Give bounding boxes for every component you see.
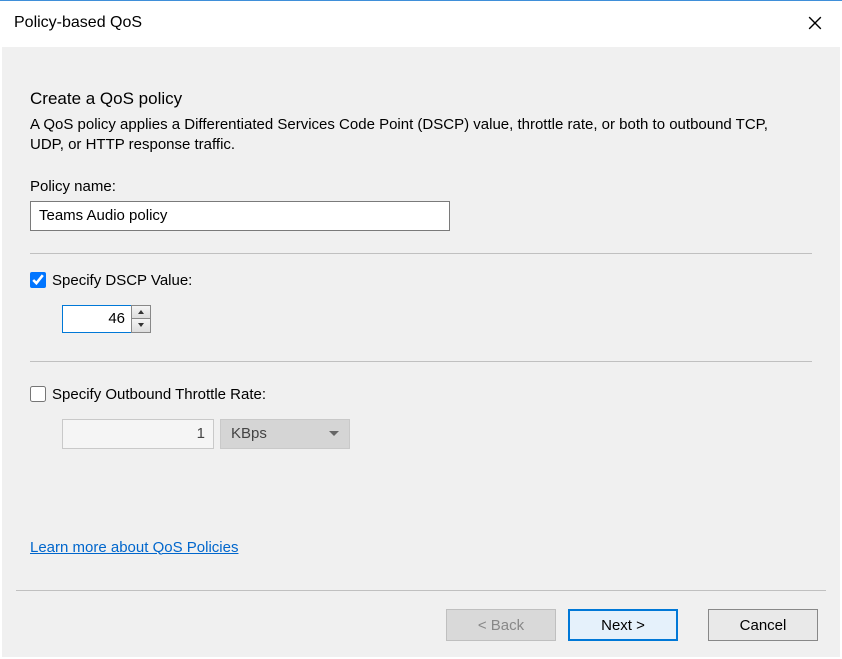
policy-name-label: Policy name: <box>30 178 812 195</box>
dscp-spin-up[interactable] <box>131 305 151 320</box>
qos-wizard-window: Policy-based QoS Create a QoS policy A Q… <box>0 0 842 659</box>
throttle-checkbox-label: Specify Outbound Throttle Rate: <box>52 386 266 403</box>
page-heading: Create a QoS policy <box>30 89 812 109</box>
learn-more-link[interactable]: Learn more about QoS Policies <box>30 539 238 556</box>
throttle-value-control: KBps <box>30 419 812 449</box>
client-area: Create a QoS policy A QoS policy applies… <box>2 47 840 657</box>
dscp-value-input[interactable] <box>62 305 132 333</box>
wizard-footer: < Back Next > Cancel <box>446 609 818 641</box>
chevron-down-icon <box>138 323 144 327</box>
dscp-value-control <box>30 305 812 333</box>
close-button[interactable] <box>792 7 838 39</box>
throttle-unit-label: KBps <box>231 425 267 442</box>
throttle-unit-select: KBps <box>220 419 350 449</box>
throttle-checkbox[interactable] <box>30 386 46 402</box>
dscp-checkbox-label: Specify DSCP Value: <box>52 272 192 289</box>
page-description: A QoS policy applies a Differentiated Se… <box>30 115 790 156</box>
chevron-up-icon <box>138 310 144 314</box>
titlebar: Policy-based QoS <box>0 1 842 45</box>
dscp-spinner <box>131 305 151 333</box>
back-button: < Back <box>446 609 556 641</box>
window-title: Policy-based QoS <box>14 14 792 32</box>
throttle-checkbox-row[interactable]: Specify Outbound Throttle Rate: <box>30 386 812 403</box>
separator <box>16 590 826 591</box>
close-icon <box>808 16 822 30</box>
chevron-down-icon <box>329 431 339 436</box>
dscp-spin-down[interactable] <box>131 319 151 333</box>
content-area: Create a QoS policy A QoS policy applies… <box>2 47 840 556</box>
next-button[interactable]: Next > <box>568 609 678 641</box>
dscp-checkbox-row[interactable]: Specify DSCP Value: <box>30 272 812 289</box>
policy-name-input[interactable] <box>30 201 450 231</box>
throttle-value-input <box>62 419 214 449</box>
cancel-button[interactable]: Cancel <box>708 609 818 641</box>
separator <box>30 253 812 254</box>
separator <box>30 361 812 362</box>
dscp-checkbox[interactable] <box>30 272 46 288</box>
